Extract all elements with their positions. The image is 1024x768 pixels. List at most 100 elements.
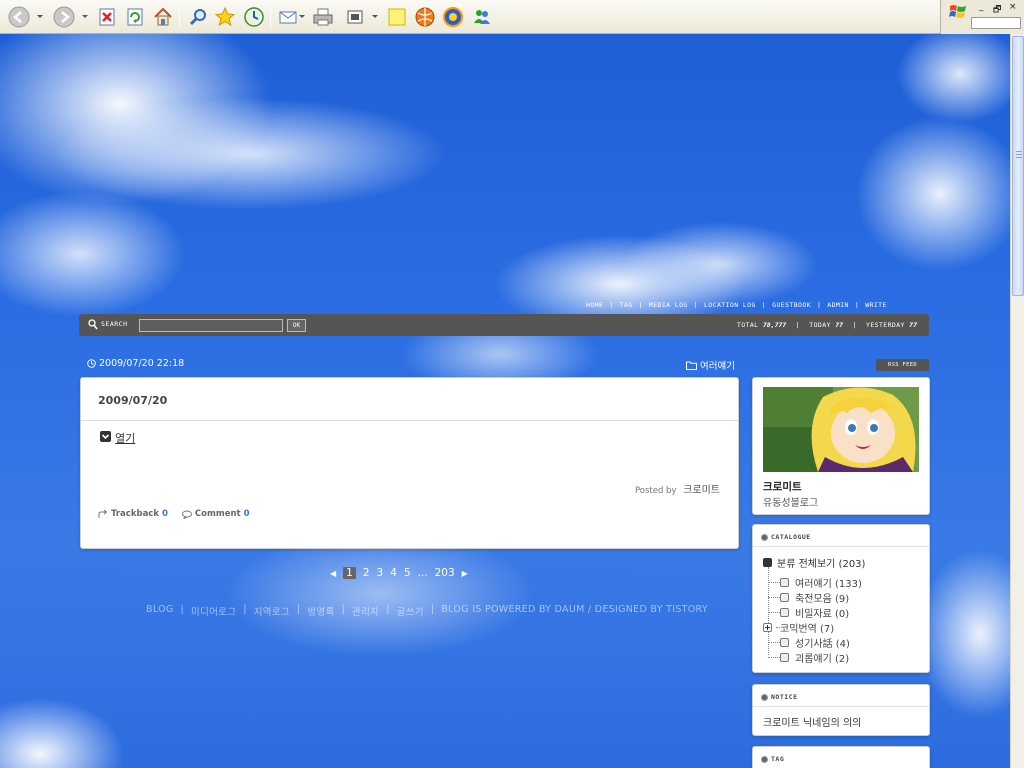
nav-tag[interactable]: TAG <box>620 301 633 309</box>
profile-box: 크로미트 유동성블로그 <box>752 377 930 515</box>
category-item-label[interactable]: 여러얘기 (133) <box>795 575 862 590</box>
page-link[interactable]: 2 <box>363 567 370 579</box>
yesterday-label: YESTERDAY <box>866 321 905 329</box>
stop-icon[interactable] <box>95 5 119 29</box>
mail-icon[interactable] <box>277 5 301 29</box>
footer-guestbook-link[interactable]: 방명록 <box>307 604 334 618</box>
page-link[interactable]: 3 <box>377 567 384 579</box>
blog-footer: BLOG | 미디어로그 | 지역로그 | 방명록 | 관리자 | 글쓰기 | BLOG I… <box>146 604 708 618</box>
profile-name: 크로미트 <box>763 481 802 493</box>
next-page-icon[interactable]: ▶ <box>462 569 468 578</box>
comment-count[interactable]: 0 <box>244 509 250 519</box>
footer-blog-link[interactable]: BLOG <box>146 604 174 618</box>
nav-media-log[interactable]: MEDIA LOG <box>649 301 688 309</box>
clock-icon <box>87 359 96 368</box>
search-input[interactable] <box>139 319 283 332</box>
post-category[interactable]: 여러얘기 <box>686 358 735 372</box>
category-item-label[interactable]: 성기사話 (4) <box>795 635 850 650</box>
note-icon[interactable] <box>385 5 409 29</box>
post-author[interactable]: 크로미트 <box>683 485 720 496</box>
nav-admin[interactable]: ADMIN <box>827 301 849 309</box>
tree-leaf-icon <box>780 638 789 647</box>
nav-guestbook[interactable]: GUESTBOOK <box>772 301 811 309</box>
post-datetime: 2009/07/20 22:18 <box>87 358 184 369</box>
category-root[interactable]: 분류 전체보기 (203) <box>763 555 865 570</box>
category-item[interactable]: 괴롭얘기 (2) <box>768 650 849 665</box>
page-current: 1 <box>343 567 356 579</box>
buddy-icon[interactable] <box>470 5 494 29</box>
post-category-text[interactable]: 여러얘기 <box>700 358 735 372</box>
page-link[interactable]: 5 <box>404 567 411 579</box>
search-icon[interactable] <box>186 5 210 29</box>
history-icon[interactable] <box>242 5 266 29</box>
pagination: ◀ 1 2 3 4 5 ... 203 ▶ <box>330 567 468 579</box>
back-icon[interactable] <box>7 5 31 29</box>
window-controls: _ 🗗 × <box>940 0 1024 34</box>
comment-link[interactable]: Comment <box>195 509 241 519</box>
post-card: 2009/07/20 열기 Posted by 크로미트 Trackback 0… <box>80 377 739 549</box>
minimize-button[interactable]: _ <box>979 2 984 12</box>
notice-box: NOTICE 크로미트 닉네임의 의의 <box>752 684 930 736</box>
favorites-icon[interactable] <box>213 5 237 29</box>
scrollbar-thumb[interactable] <box>1012 36 1024 296</box>
category-item[interactable]: 비밀자료 (0) <box>768 605 849 620</box>
search-ok-button[interactable]: OK <box>287 319 306 332</box>
close-button[interactable]: × <box>1009 2 1017 12</box>
footer-medialog-link[interactable]: 미디어로그 <box>191 604 236 618</box>
trackback-count[interactable]: 0 <box>162 509 168 519</box>
notice-item[interactable]: 크로미트 닉네임의 의의 <box>763 714 861 729</box>
posted-by-label: Posted by <box>634 486 677 496</box>
visitor-counters: TOTAL 78,777 | TODAY 77 | YESTERDAY 77 <box>736 321 917 329</box>
page-last[interactable]: 203 <box>435 567 455 579</box>
category-item[interactable]: 여러얘기 (133) <box>768 575 862 590</box>
post-title[interactable]: 2009/07/20 <box>98 394 167 407</box>
folder-icon <box>686 361 697 370</box>
rss-feed-button[interactable]: RSS FEED <box>876 359 929 371</box>
search-label: SEARCH <box>101 320 128 328</box>
print-icon[interactable] <box>311 5 335 29</box>
home-icon[interactable] <box>151 5 175 29</box>
nav-home[interactable]: HOME <box>586 301 603 309</box>
nav-location-log[interactable]: LOCATION LOG <box>704 301 756 309</box>
forward-icon[interactable] <box>52 5 76 29</box>
post-divider <box>81 420 738 421</box>
chevron-down-icon[interactable] <box>100 431 111 442</box>
messenger-icon[interactable] <box>441 5 465 29</box>
nav-write[interactable]: WRITE <box>865 301 887 309</box>
category-item[interactable]: 코믹번역 (7) <box>763 620 834 635</box>
category-item-label[interactable]: 괴롭얘기 (2) <box>795 650 849 665</box>
category-item-label[interactable]: 축전모음 (9) <box>795 590 849 605</box>
tree-root-icon <box>763 558 772 567</box>
category-root-label[interactable]: 분류 전체보기 (203) <box>777 555 865 570</box>
tree-leaf-icon <box>780 653 789 662</box>
blog-page: HOME | TAG | MEDIA LOG | LOCATION LOG | GUES… <box>0 34 1010 768</box>
address-field[interactable] <box>971 17 1021 29</box>
windows-logo-icon <box>949 5 966 18</box>
today-count: 77 <box>835 321 844 329</box>
trackback-link[interactable]: Trackback <box>111 509 159 519</box>
restore-button[interactable]: 🗗 <box>993 2 1001 18</box>
footer-admin-link[interactable]: 관리자 <box>352 604 379 618</box>
footer-write-link[interactable]: 글쓰기 <box>397 604 424 618</box>
bullet-icon <box>761 755 768 763</box>
category-item[interactable]: 성기사話 (4) <box>768 635 850 650</box>
category-item-label[interactable]: 코믹번역 (7) <box>780 620 834 635</box>
media-icon[interactable] <box>413 5 437 29</box>
page-link[interactable]: 4 <box>390 567 397 579</box>
vertical-scrollbar[interactable] <box>1010 34 1024 768</box>
more-toggle-link[interactable]: 열기 <box>115 430 135 446</box>
refresh-icon[interactable] <box>123 5 147 29</box>
search-bar: SEARCH OK TOTAL 78,777 | TODAY 77 | YEST… <box>79 314 929 336</box>
tree-expand-icon[interactable] <box>763 623 772 632</box>
post-datetime-text: 2009/07/20 22:18 <box>99 358 185 369</box>
yesterday-count: 77 <box>909 321 917 329</box>
prev-page-icon[interactable]: ◀ <box>330 569 336 578</box>
category-item[interactable]: 축전모음 (9) <box>768 590 849 605</box>
tree-leaf-icon <box>780 608 789 617</box>
category-item-label[interactable]: 비밀자료 (0) <box>795 605 849 620</box>
footer-locationlog-link[interactable]: 지역로그 <box>254 604 290 618</box>
bullet-icon <box>761 533 768 541</box>
top-navigation: HOME | TAG | MEDIA LOG | LOCATION LOG | GUES… <box>586 301 887 309</box>
edit-icon[interactable] <box>343 5 367 29</box>
trackback-icon <box>98 509 108 518</box>
